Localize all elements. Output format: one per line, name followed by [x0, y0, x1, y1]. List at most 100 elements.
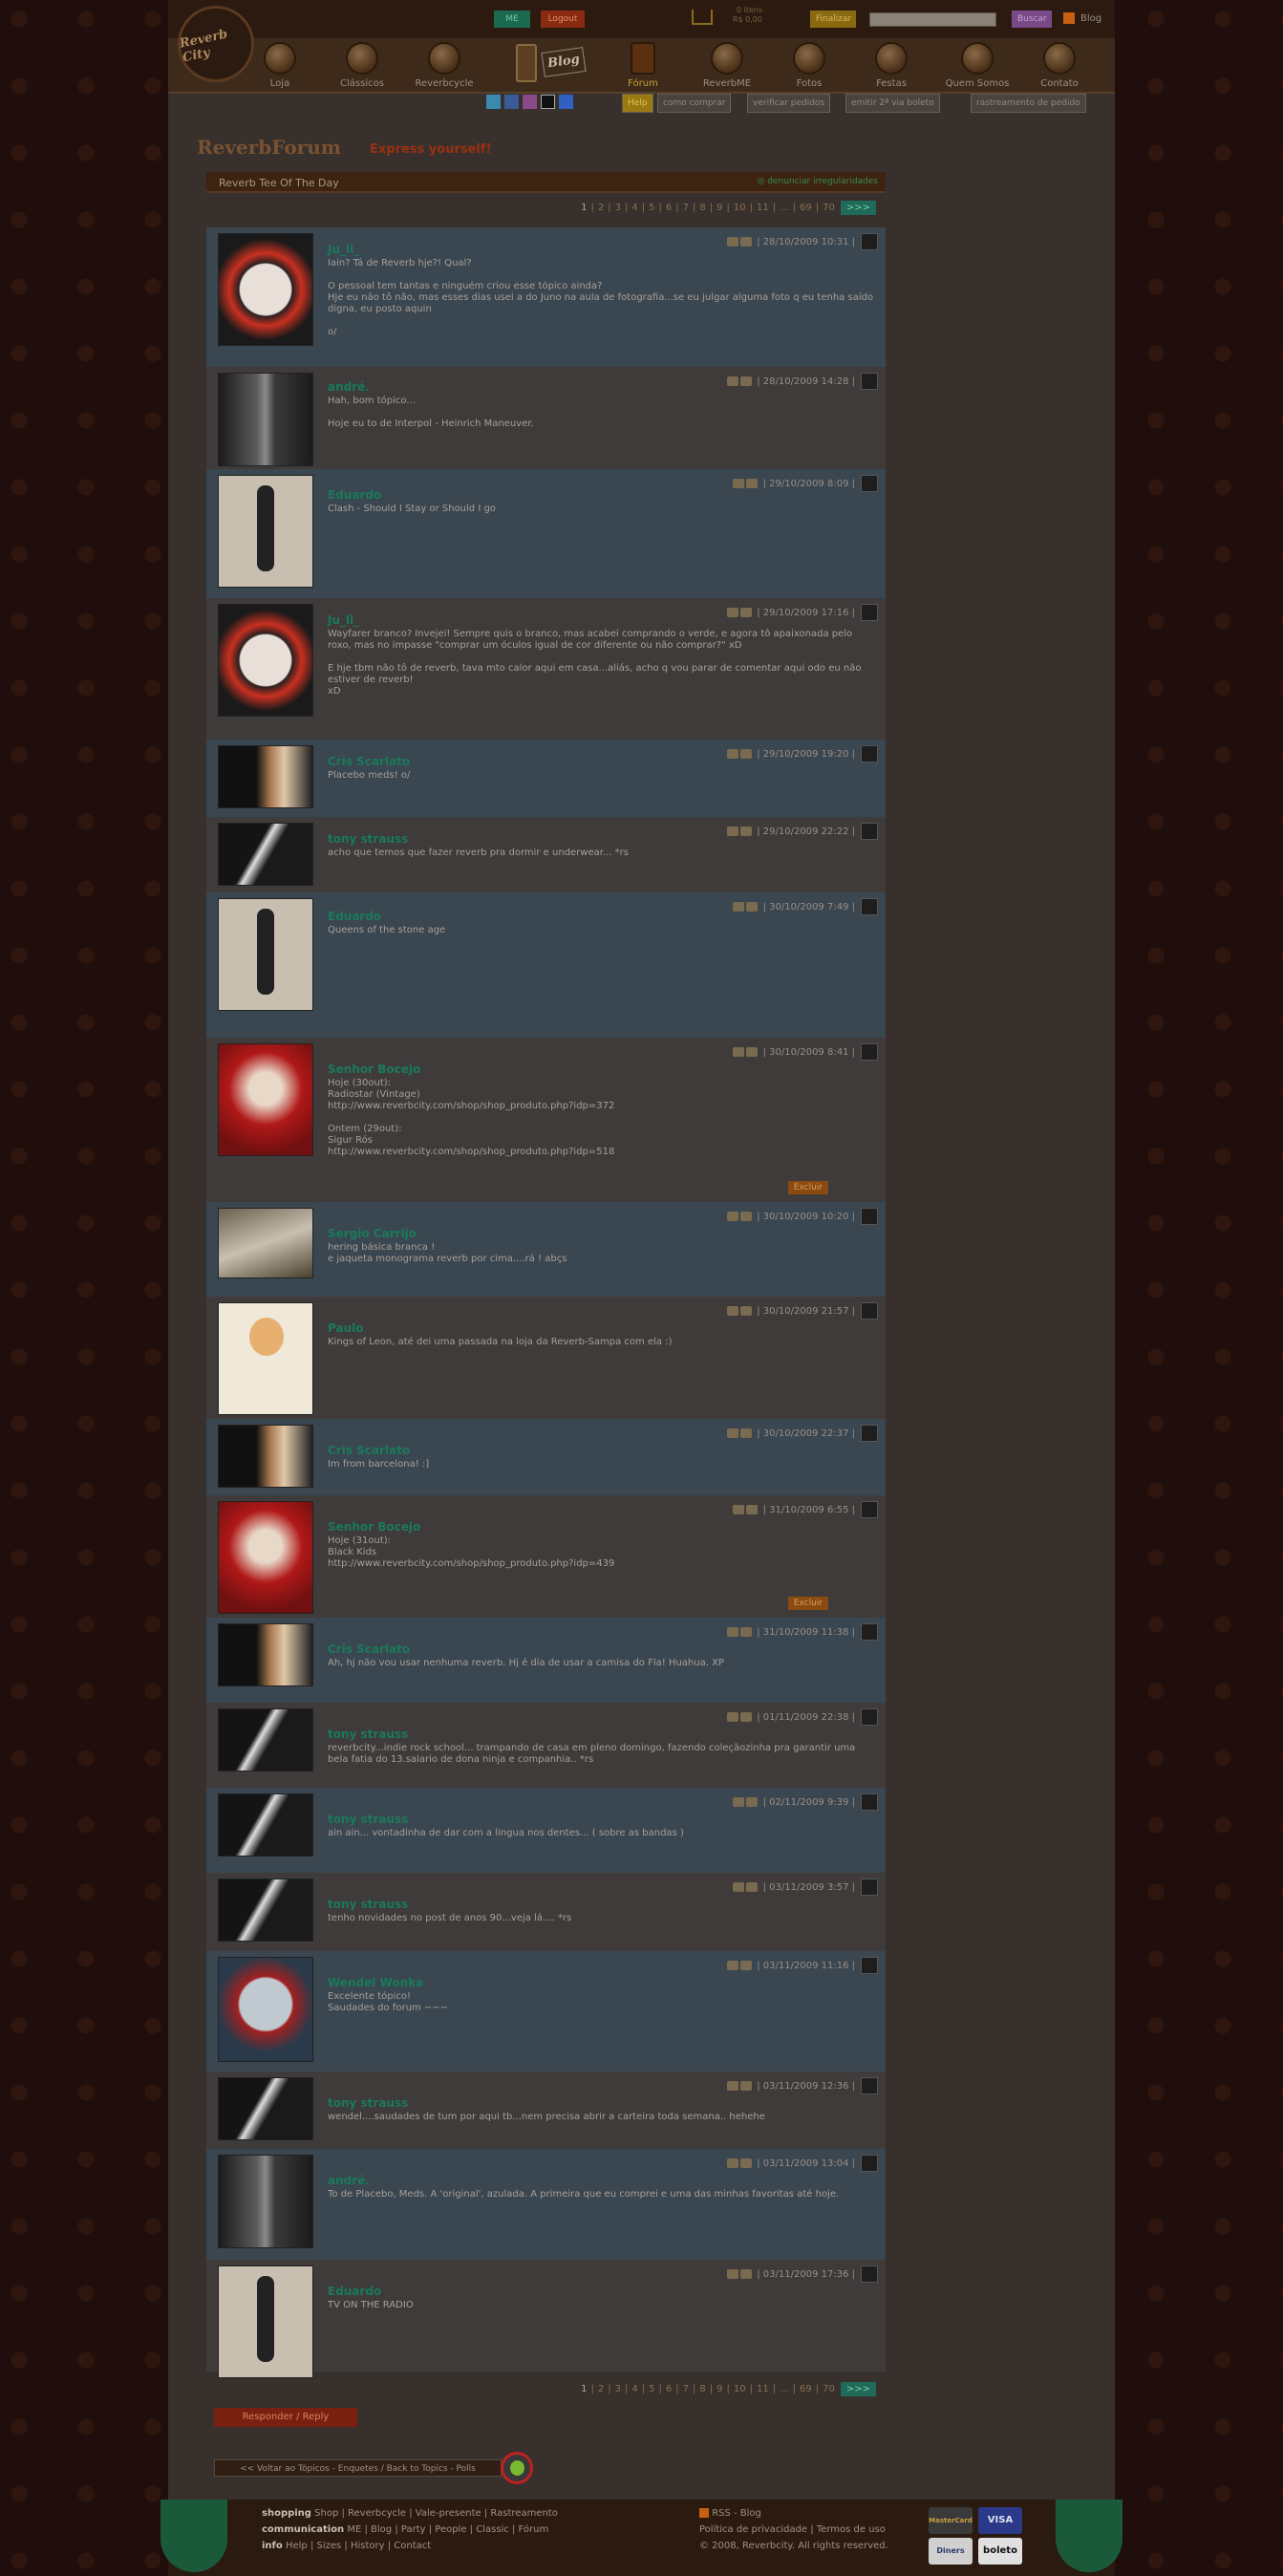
- nav-loja[interactable]: Loja: [246, 42, 313, 89]
- pager-page[interactable]: 6: [666, 203, 672, 213]
- quote-icon[interactable]: [861, 2077, 878, 2094]
- footer-rss-link[interactable]: RSS - Blog: [712, 2508, 761, 2519]
- post-author[interactable]: Paulo: [328, 1321, 363, 1335]
- thumbs-down-icon[interactable]: [740, 2269, 753, 2279]
- quote-icon[interactable]: [861, 475, 878, 492]
- thumbs-down-icon[interactable]: [746, 902, 759, 912]
- pager-page[interactable]: 69: [800, 203, 812, 213]
- footer-terms-link[interactable]: Termos de uso: [817, 2524, 886, 2535]
- finalize-button[interactable]: Finalizar: [810, 11, 856, 28]
- boleto-link[interactable]: emitir 2ª via boleto: [845, 94, 940, 113]
- pager-page[interactable]: 1: [581, 203, 587, 213]
- thumbs-up-icon[interactable]: [727, 2081, 739, 2091]
- post-author[interactable]: Senhor Bocejo: [328, 1520, 420, 1534]
- pager-page[interactable]: 2: [598, 2384, 604, 2394]
- nav-quem-somos[interactable]: Quem Somos: [944, 42, 1011, 89]
- thumbs-up-icon[interactable]: [733, 1797, 745, 1807]
- pager-next-button[interactable]: >>>: [840, 2382, 876, 2396]
- thumbs-up-icon[interactable]: [727, 1306, 739, 1316]
- avatar[interactable]: [218, 475, 313, 588]
- thumbs-up-icon[interactable]: [727, 376, 739, 386]
- pager-page[interactable]: 4: [631, 2384, 637, 2394]
- orkut-icon[interactable]: [541, 95, 555, 109]
- footer-info-links[interactable]: Help | Sizes | History | Contact: [286, 2541, 431, 2551]
- thumbs-down-icon[interactable]: [740, 1627, 753, 1637]
- rastreamento-link[interactable]: rastreamento de pedido: [971, 94, 1086, 113]
- nav-classicos[interactable]: Clássicos: [329, 42, 396, 89]
- thumbs-up-icon[interactable]: [733, 1882, 745, 1892]
- pager-page[interactable]: 5: [649, 203, 654, 213]
- avatar[interactable]: [218, 2077, 313, 2140]
- como-comprar-link[interactable]: como comprar: [657, 94, 732, 113]
- help-link[interactable]: Help: [622, 94, 653, 113]
- thumbs-up-icon[interactable]: [727, 1212, 739, 1221]
- avatar[interactable]: [218, 1793, 313, 1857]
- quote-icon[interactable]: [861, 1623, 878, 1641]
- post-author[interactable]: tony strauss: [328, 2096, 408, 2110]
- thumbs-down-icon[interactable]: [746, 479, 759, 488]
- avatar[interactable]: [218, 1708, 313, 1771]
- avatar[interactable]: [218, 823, 313, 886]
- quote-icon[interactable]: [861, 1957, 878, 1974]
- feedback-button[interactable]: [501, 2452, 533, 2484]
- pager-page[interactable]: 69: [800, 2384, 812, 2394]
- avatar[interactable]: [218, 373, 313, 466]
- thumbs-down-icon[interactable]: [740, 1306, 753, 1316]
- post-author[interactable]: Ju_li_: [328, 613, 359, 627]
- thumbs-up-icon[interactable]: [733, 1505, 745, 1514]
- quote-icon[interactable]: [861, 1793, 878, 1811]
- post-author[interactable]: Cris Scarlato: [328, 755, 410, 768]
- quote-icon[interactable]: [861, 373, 878, 390]
- avatar[interactable]: [218, 1425, 313, 1488]
- logout-button[interactable]: Logout: [541, 11, 585, 28]
- quote-icon[interactable]: [861, 233, 878, 250]
- thumbs-down-icon[interactable]: [746, 1047, 759, 1057]
- reply-button[interactable]: Responder / Reply: [214, 2408, 357, 2427]
- avatar[interactable]: [218, 2265, 313, 2378]
- quote-icon[interactable]: [861, 1043, 878, 1061]
- avatar[interactable]: [218, 745, 313, 808]
- facebook-icon[interactable]: [504, 95, 519, 109]
- post-author[interactable]: Cris Scarlato: [328, 1642, 410, 1656]
- thumbs-up-icon[interactable]: [727, 826, 739, 836]
- pager-page[interactable]: 1: [581, 2384, 587, 2394]
- pager-page[interactable]: 10: [734, 203, 746, 213]
- thumbs-up-icon[interactable]: [727, 237, 739, 247]
- delete-post-button[interactable]: Excluir: [787, 1181, 828, 1194]
- search-input[interactable]: [869, 12, 996, 27]
- search-button[interactable]: Buscar: [1012, 11, 1052, 28]
- thumbs-up-icon[interactable]: [727, 749, 739, 759]
- myspace-icon[interactable]: [523, 95, 537, 109]
- pager-page[interactable]: 11: [757, 2384, 769, 2394]
- thumbs-up-icon[interactable]: [727, 608, 739, 617]
- thumbs-down-icon[interactable]: [740, 826, 753, 836]
- pager-page[interactable]: 7: [683, 2384, 689, 2394]
- thumbs-down-icon[interactable]: [740, 1961, 753, 1970]
- post-author[interactable]: tony strauss: [328, 1898, 408, 1911]
- back-to-topics-button[interactable]: << Voltar ao Tópicos - Enquetes / Back t…: [214, 2459, 502, 2477]
- quote-icon[interactable]: [861, 2155, 878, 2172]
- reverbcity-logo[interactable]: Reverb City: [178, 6, 254, 82]
- post-author[interactable]: Cris Scarlato: [328, 1444, 410, 1457]
- thumbs-down-icon[interactable]: [746, 1882, 759, 1892]
- quote-icon[interactable]: [861, 2265, 878, 2283]
- thumbs-up-icon[interactable]: [733, 1047, 745, 1057]
- pager-page[interactable]: 8: [699, 203, 705, 213]
- post-author[interactable]: Senhor Bocejo: [328, 1063, 420, 1076]
- nav-fotos[interactable]: Fotos: [776, 42, 843, 89]
- thumbs-down-icon[interactable]: [740, 1428, 753, 1438]
- thumbs-down-icon[interactable]: [740, 2081, 753, 2091]
- post-author[interactable]: tony strauss: [328, 832, 408, 846]
- quote-icon[interactable]: [861, 604, 878, 621]
- footer-privacy-link[interactable]: Política de privacidade: [699, 2524, 807, 2535]
- report-link[interactable]: ◎ denunciar irregularidades: [758, 177, 879, 186]
- pager-page[interactable]: 2: [598, 203, 604, 213]
- post-author[interactable]: tony strauss: [328, 1728, 408, 1741]
- avatar[interactable]: [218, 233, 313, 346]
- flickr-icon[interactable]: [559, 95, 573, 109]
- avatar[interactable]: [218, 1043, 313, 1156]
- thumbs-up-icon[interactable]: [727, 2269, 739, 2279]
- pager-page[interactable]: 5: [649, 2384, 654, 2394]
- avatar[interactable]: [218, 604, 313, 717]
- thumbs-up-icon[interactable]: [727, 1627, 739, 1637]
